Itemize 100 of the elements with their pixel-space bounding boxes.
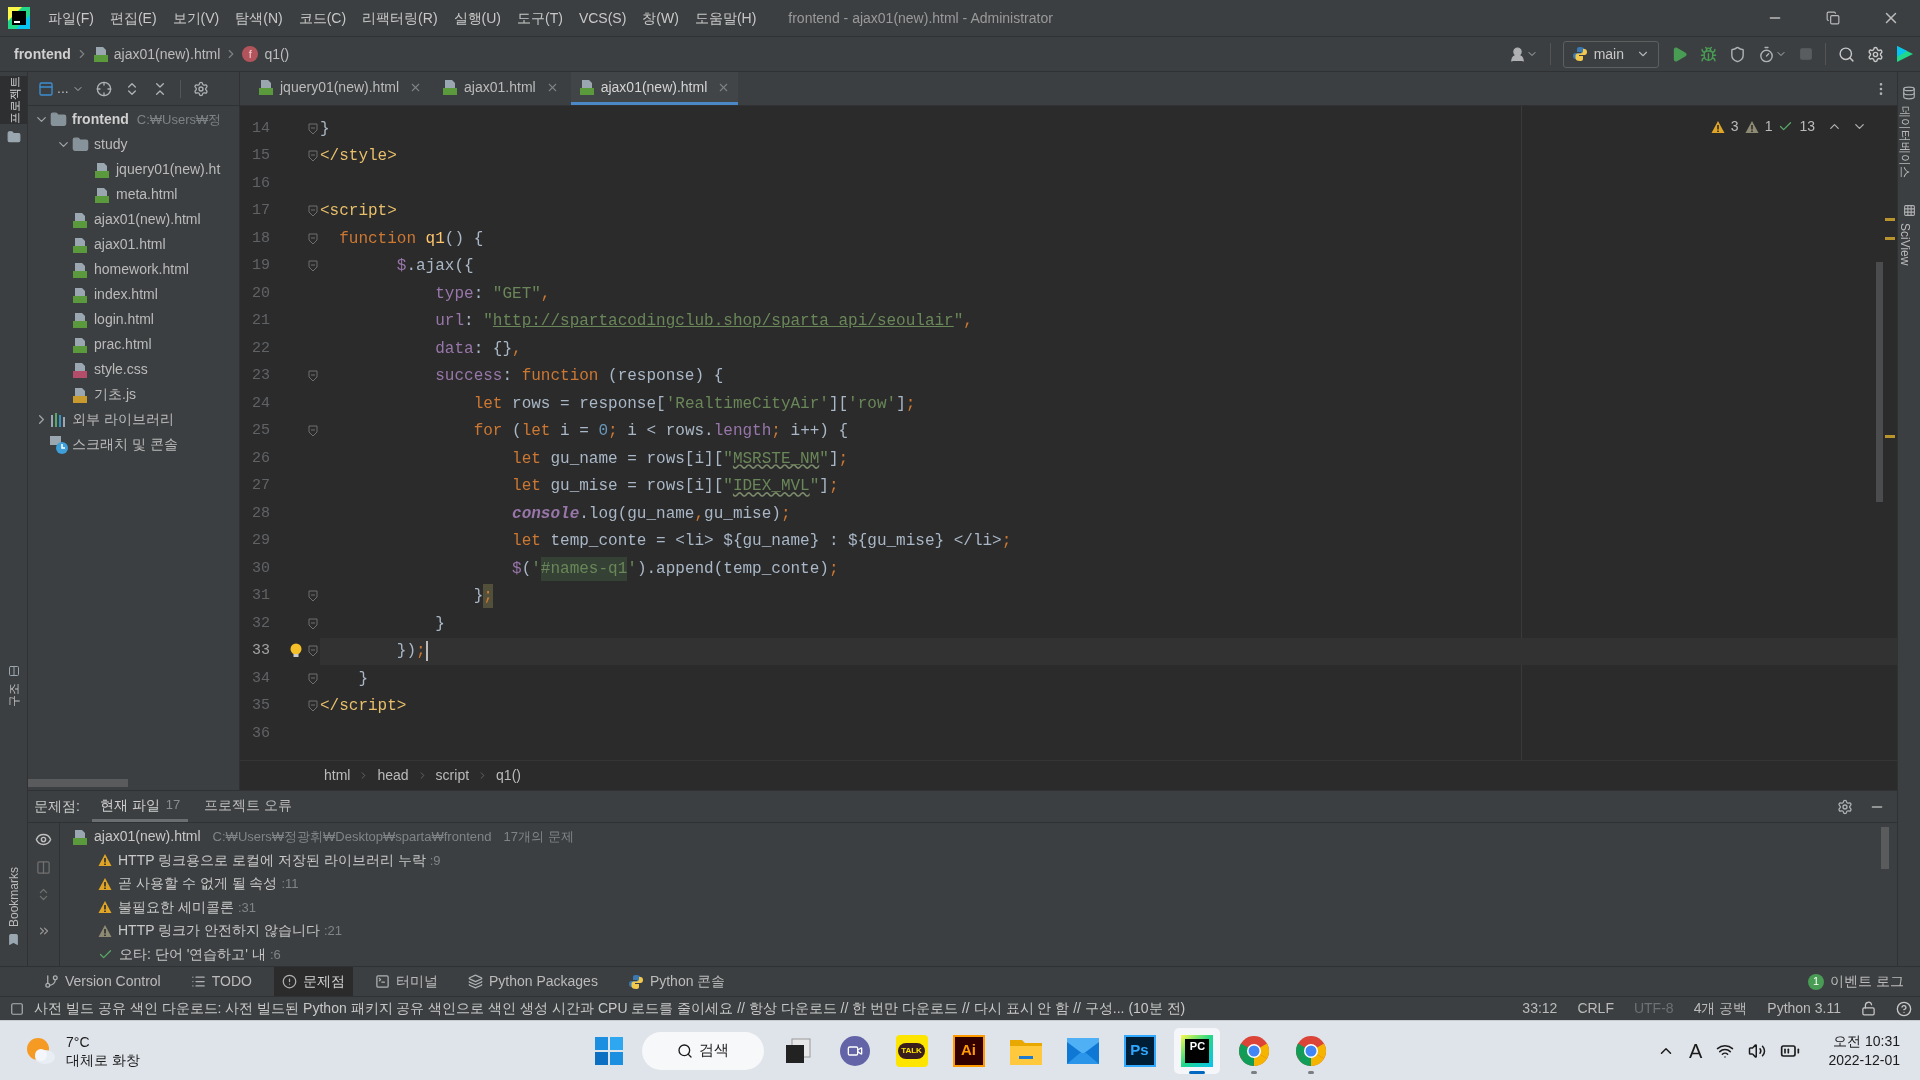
view-selector[interactable]: ... [57, 78, 69, 99]
plugin-logo-icon[interactable] [1896, 45, 1914, 63]
editor-tab[interactable]: ajax01.html [434, 72, 567, 105]
status-item[interactable]: 33:12 [1522, 998, 1558, 1019]
weather-condition[interactable]: 대체로 화창 [66, 1050, 140, 1069]
clock-time[interactable]: 오전 10:31 [1833, 1031, 1900, 1051]
breadcrumb-item[interactable]: head [377, 765, 409, 786]
menu-item[interactable]: 리팩터링(R) [354, 3, 446, 33]
breadcrumb-item[interactable]: ajax01(new).html [113, 43, 221, 65]
tool-window-button[interactable]: 문제점 [273, 967, 353, 996]
tool-window-tab[interactable]: 데이터베이스 [1898, 106, 1920, 178]
temperature[interactable]: 7°C [66, 1032, 140, 1051]
breadcrumb-item[interactable]: html [324, 765, 351, 786]
editor-tab[interactable]: jquery01(new).html [250, 72, 431, 105]
taskbar-app[interactable]: TALK [888, 1027, 935, 1074]
inspector-icon[interactable] [1896, 1000, 1912, 1017]
fold-icon[interactable] [308, 232, 318, 245]
restore-icon[interactable] [1826, 11, 1840, 25]
fold-icon[interactable] [308, 590, 318, 603]
tree-item[interactable]: ajax01(new).html [94, 209, 201, 230]
fold-icon[interactable] [308, 617, 318, 630]
settings-icon[interactable] [192, 80, 209, 97]
taskbar-app[interactable]: Ai [945, 1027, 992, 1074]
search-bar[interactable]: 검색 [641, 1031, 764, 1070]
taskbar-app[interactable]: PC [1173, 1027, 1220, 1074]
panel-tab[interactable]: 현재 파일 17 [91, 791, 189, 822]
tool-window-button[interactable]: TODO [182, 967, 260, 996]
fold-icon[interactable] [308, 150, 318, 163]
tree-item[interactable]: 기초.js [94, 384, 136, 405]
fold-icon[interactable] [308, 122, 318, 135]
locate-icon[interactable] [95, 80, 112, 97]
problem-item[interactable]: 곧 사용할 수 없게 될 속성 :11 [118, 873, 299, 895]
lightbulb-icon[interactable] [290, 642, 302, 659]
menu-item[interactable]: 실행(U) [445, 3, 509, 33]
tool-window-tab[interactable]: 구조 [0, 682, 29, 707]
problem-item[interactable]: HTTP 링크가 안전하지 않습니다 :21 [118, 920, 343, 942]
eye-icon[interactable] [35, 831, 52, 848]
weak-warning-count[interactable]: 1 [1764, 116, 1773, 137]
menu-item[interactable]: 도움말(H) [686, 3, 765, 33]
status-item[interactable]: Python 3.11 [1767, 998, 1841, 1019]
fold-icon[interactable] [308, 205, 318, 218]
menu-item[interactable]: 코드(C) [290, 3, 355, 33]
scrollbar-thumb[interactable] [1881, 827, 1889, 869]
panel-tab[interactable]: 프로젝트 오류 [196, 791, 301, 822]
menu-item[interactable]: VCS(S) [570, 3, 635, 33]
tree-item[interactable]: homework.html [94, 259, 189, 280]
tree-item[interactable]: prac.html [94, 334, 152, 355]
event-log-button[interactable]: 이벤트 로그 [1830, 971, 1904, 992]
panel-toggle-icon[interactable] [10, 1001, 24, 1016]
weather-icon[interactable] [26, 1036, 56, 1065]
breadcrumb-item[interactable]: frontend [14, 43, 71, 65]
tool-window-tab[interactable]: 프로젝트 [0, 76, 27, 124]
scrollbar-thumb[interactable] [28, 779, 128, 787]
tool-window-tab[interactable]: Bookmarks [0, 866, 29, 927]
menu-item[interactable]: 편집(E) [101, 3, 165, 33]
problem-item[interactable]: 오타: 단어 '연습하고' 내 :6 [119, 943, 281, 965]
fold-icon[interactable] [308, 425, 318, 438]
tool-window-button[interactable]: Python Packages [459, 967, 606, 996]
menu-item[interactable]: 탐색(N) [227, 3, 291, 33]
run-icon[interactable] [1671, 45, 1688, 63]
tool-window-button[interactable]: Python 콘솔 [619, 967, 734, 996]
clock-date[interactable]: 2022-12-01 [1828, 1050, 1900, 1070]
tree-item[interactable]: jquery01(new).ht [116, 159, 221, 180]
settings-icon[interactable] [1867, 45, 1884, 63]
passed-count[interactable]: 13 [1799, 116, 1815, 137]
tree-item[interactable]: index.html [94, 284, 158, 305]
warning-count[interactable]: 3 [1730, 116, 1739, 137]
scrollbar-thumb[interactable] [1876, 262, 1883, 502]
taskbar-app[interactable]: Ps [1116, 1027, 1163, 1074]
tool-window-button[interactable]: 터미널 [366, 967, 446, 996]
volume-icon[interactable] [1748, 1041, 1767, 1060]
run-config-selector[interactable]: main [1562, 40, 1659, 68]
menu-item[interactable]: 파일(F) [40, 3, 102, 33]
problem-item[interactable]: HTTP 링크용으로 로컬에 저장된 라이브러리 누락 :9 [118, 849, 441, 871]
tree-item[interactable]: study [94, 134, 128, 155]
tree-item[interactable]: 스크래치 및 콘솔 [72, 434, 178, 455]
tool-window-tab[interactable]: SciView [1898, 223, 1920, 266]
tree-item[interactable]: style.css [94, 359, 148, 380]
tool-window-button[interactable]: Version Control [36, 967, 169, 996]
profile-icon[interactable] [1758, 45, 1775, 63]
fold-icon[interactable] [308, 700, 318, 713]
tree-item[interactable]: 외부 라이브러리 [72, 409, 174, 430]
settings-icon[interactable] [1837, 798, 1853, 815]
breadcrumb-item[interactable]: script [435, 765, 470, 786]
tree-item[interactable]: ajax01.html [94, 234, 166, 255]
coverage-icon[interactable] [1729, 45, 1746, 63]
debug-icon[interactable] [1700, 45, 1717, 63]
fold-icon[interactable] [308, 260, 318, 273]
fold-icon[interactable] [308, 370, 318, 383]
tree-item[interactable]: meta.html [116, 184, 178, 205]
panel-icon[interactable] [38, 80, 54, 97]
breadcrumb-item[interactable]: q1() [496, 765, 521, 786]
breadcrumb-item[interactable]: q1() [264, 43, 290, 65]
status-item[interactable]: 4개 공백 [1693, 998, 1748, 1019]
editor-tab[interactable]: ajax01(new).html [570, 72, 739, 105]
user-icon[interactable] [1508, 45, 1526, 63]
file-name[interactable]: ajax01(new).html [94, 826, 201, 848]
tree-item[interactable]: frontend [72, 109, 129, 130]
lock-icon[interactable] [1861, 1001, 1876, 1016]
fold-icon[interactable] [308, 645, 318, 658]
